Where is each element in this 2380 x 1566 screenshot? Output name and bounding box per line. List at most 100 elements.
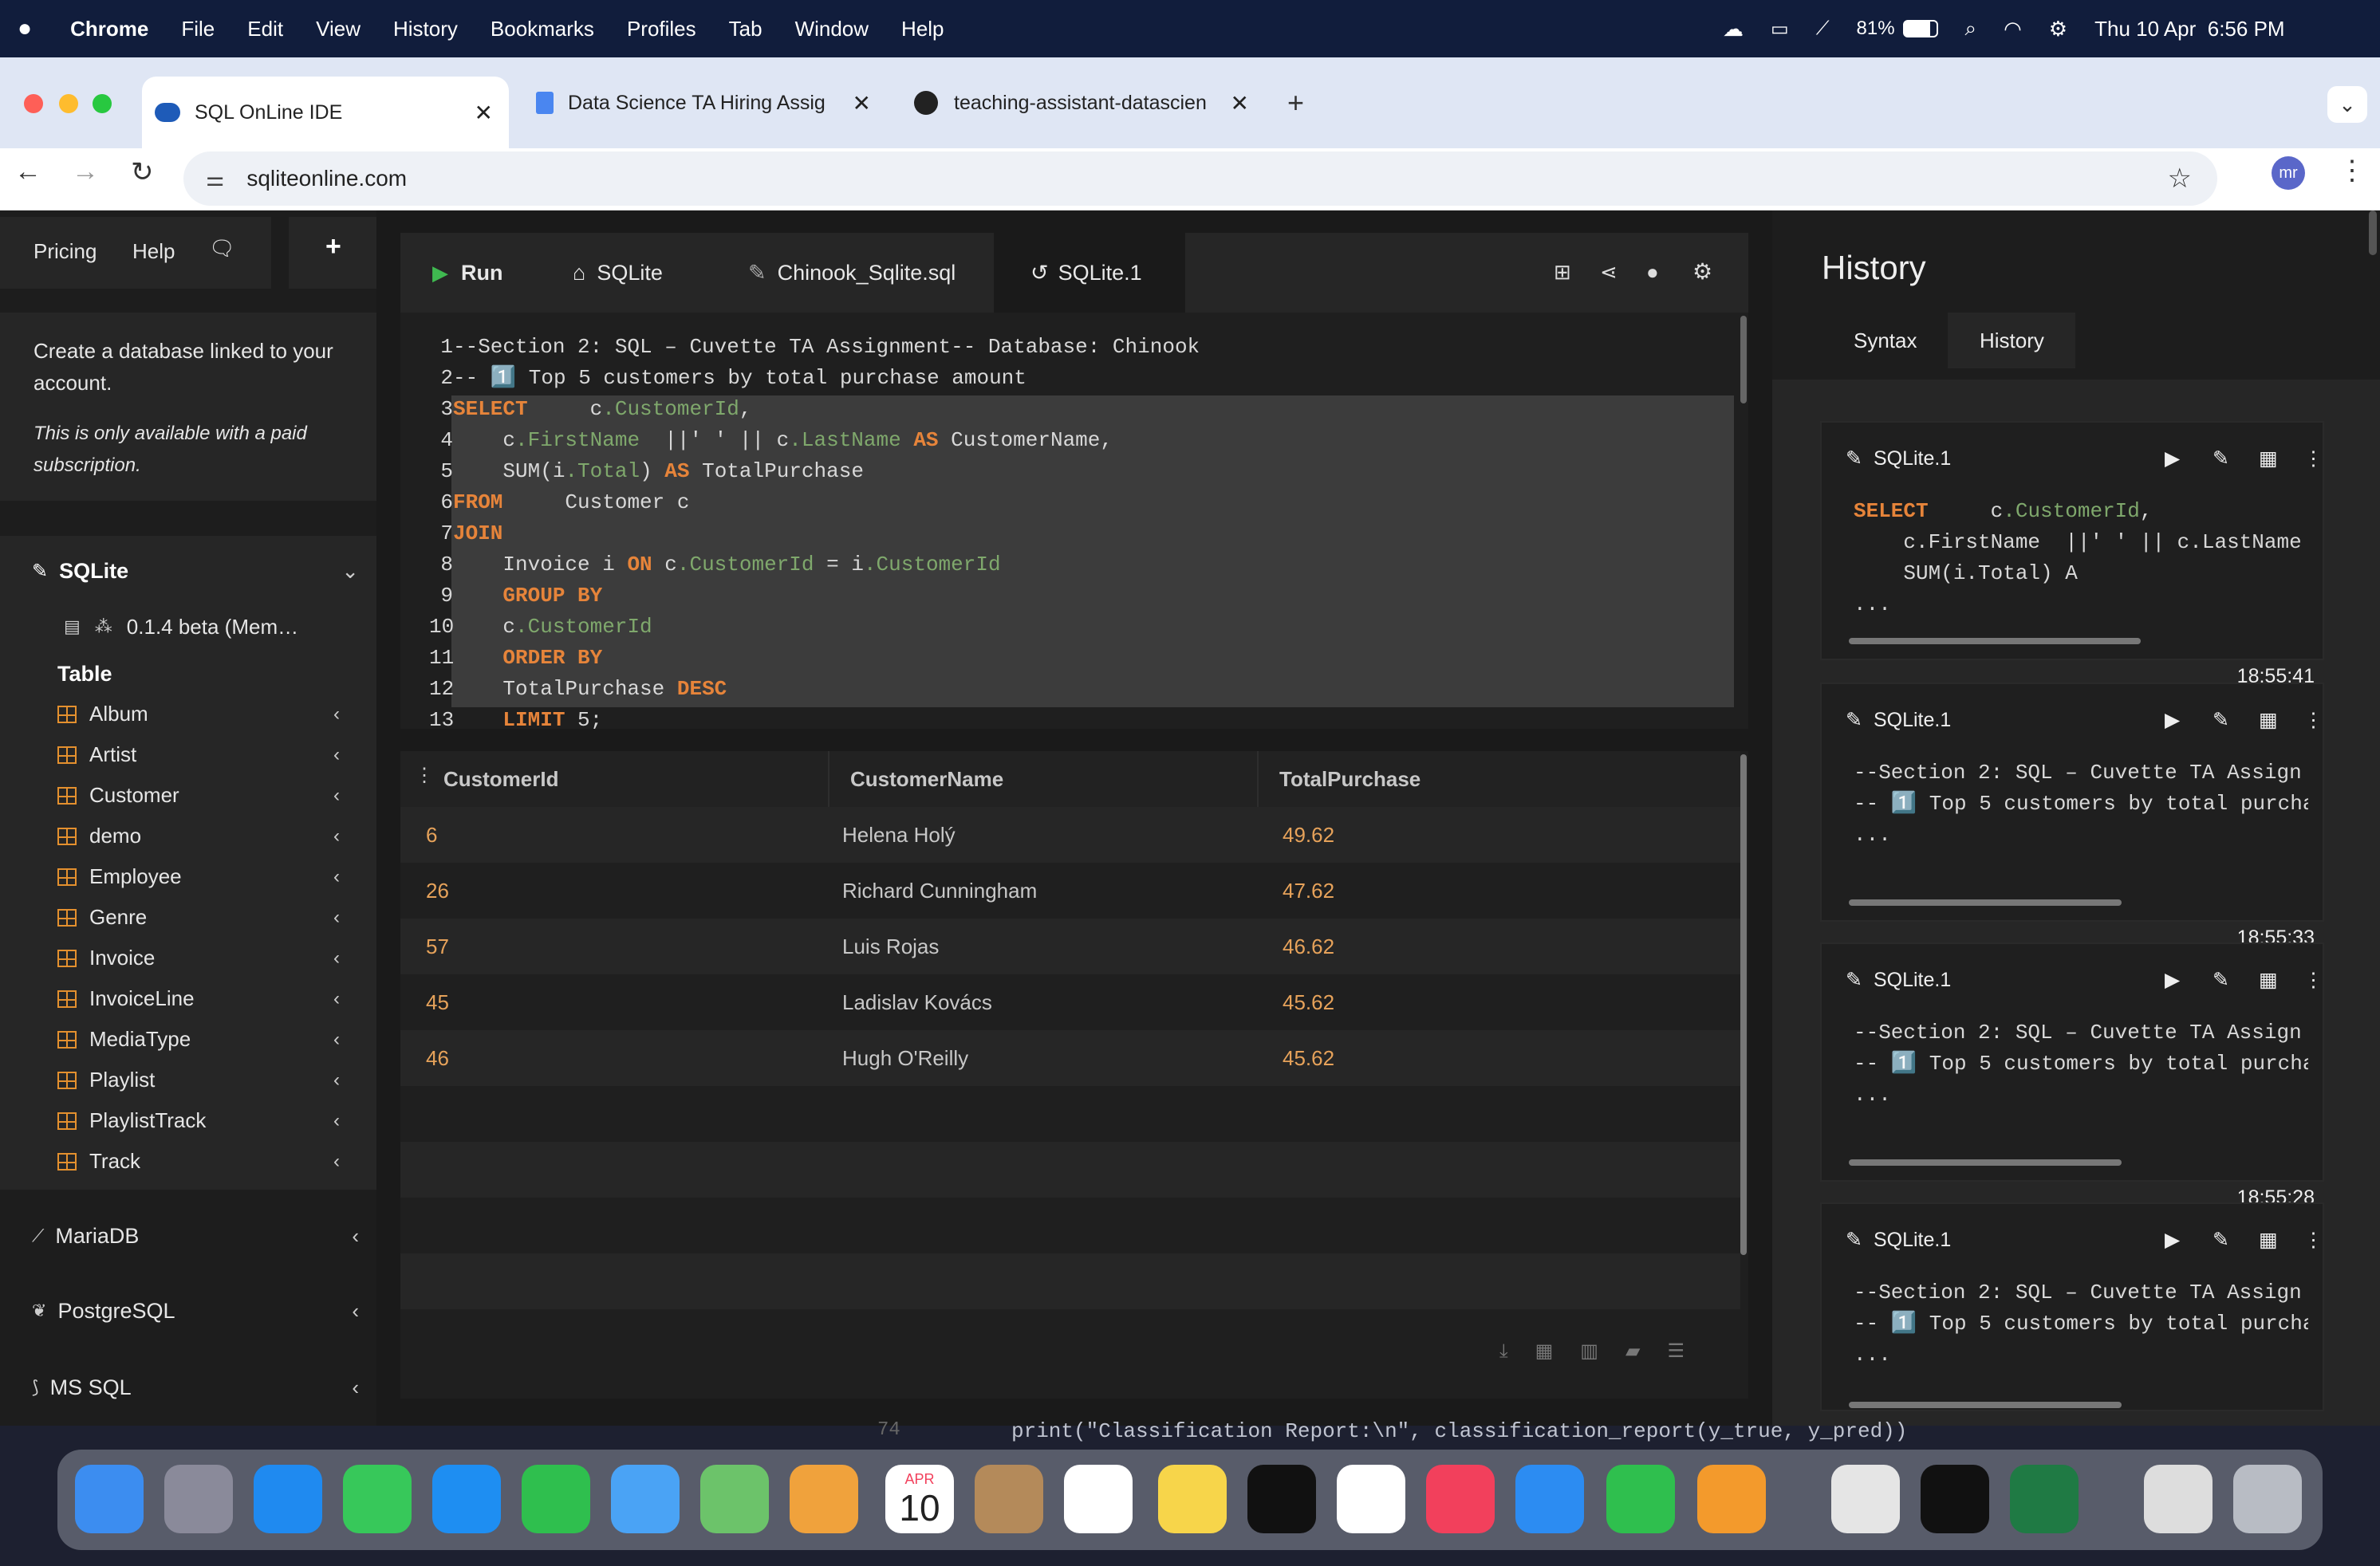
sqlite-header[interactable]: ✎ SQLite ⌄ (32, 555, 359, 587)
notebook-icon[interactable]: ▰ (1625, 1340, 1640, 1363)
table-item-genre[interactable]: Genre ‹ (57, 897, 361, 938)
history-scroll-bar[interactable] (1849, 1402, 2122, 1408)
app-store-icon[interactable] (432, 1465, 501, 1533)
menu-edit[interactable]: Edit (247, 17, 283, 41)
code-line[interactable]: JOIN (453, 518, 1729, 549)
run-button[interactable]: ▶ Run (400, 233, 536, 313)
cell-totalpurchase[interactable]: 45.62 (1283, 1046, 1334, 1071)
add-tab-icon[interactable]: ⊞ (1554, 260, 1571, 285)
play-icon[interactable]: ▶ (2165, 447, 2180, 470)
more-icon[interactable]: ⋮ (2303, 447, 2323, 470)
music-icon[interactable] (1426, 1465, 1495, 1533)
code-content[interactable]: --Section 2: SQL – Cuvette TA Assignment… (453, 332, 1729, 729)
display-icon[interactable]: ▭ (1771, 18, 1789, 41)
cell-customerid[interactable]: 57 (426, 934, 449, 959)
chevron-left-icon[interactable]: ‹ (352, 1299, 359, 1324)
history-entry[interactable]: ✎ SQLite.1 ▶ ✎ ▦ ⋮ --Section 2: SQL – Cuvette … (1820, 942, 2324, 1210)
table-item-mediatype[interactable]: MediaType ‹ (57, 1019, 361, 1060)
table-row[interactable]: 57 Luis Rojas 46.62 (400, 919, 1740, 974)
user-icon[interactable]: ● (1646, 260, 1659, 285)
download-icon[interactable]: ⤓ (1499, 1340, 1508, 1363)
table-item-customer[interactable]: Customer ‹ (57, 775, 361, 816)
edit-icon[interactable]: ✎ (2213, 1228, 2229, 1252)
code-line[interactable]: SUM(i.Total) AS TotalPurchase (453, 456, 1729, 487)
freeform-icon[interactable] (1337, 1465, 1405, 1533)
code-line[interactable]: FROM Customer c (453, 487, 1729, 518)
tab-sqlite-1[interactable]: ↺ SQLite.1 (994, 233, 1185, 313)
grid-icon[interactable]: ▦ (2259, 968, 2278, 992)
menu-bookmarks[interactable]: Bookmarks (491, 17, 594, 41)
play-icon[interactable]: ▶ (2165, 708, 2180, 732)
menu-window[interactable]: Window (795, 17, 869, 41)
window-close-button[interactable] (24, 94, 43, 113)
chevron-left-icon[interactable]: ‹ (333, 1029, 340, 1051)
chat-icon[interactable]: 🗨 (209, 236, 235, 261)
search-icon[interactable]: ⌕ (1965, 16, 1977, 41)
chart-view-icon[interactable]: ▥ (1580, 1340, 1598, 1363)
chevron-left-icon[interactable]: ‹ (333, 1110, 340, 1132)
more-icon[interactable]: ⋮ (2303, 968, 2323, 992)
cell-customerid[interactable]: 46 (426, 1046, 449, 1071)
battery-icon[interactable] (1902, 20, 1938, 37)
finder-icon[interactable] (75, 1465, 144, 1533)
history-scroll-bar[interactable] (1849, 1159, 2122, 1166)
address-bar[interactable]: ⚌ sqliteonline.com ☆ (183, 151, 2217, 206)
code-line[interactable]: TotalPurchase DESC (453, 674, 1729, 705)
facetime-icon[interactable] (522, 1465, 590, 1533)
history-entry[interactable]: ✎ SQLite.1 ▶ ✎ ▦ ⋮ --Section 2: SQL – Cuvette … (1820, 1202, 2324, 1411)
mic-off-icon[interactable]: ⟋ (1816, 18, 1830, 40)
table-item-artist[interactable]: Artist ‹ (57, 734, 361, 775)
table-row[interactable]: 26 Richard Cunningham 47.62 (400, 863, 1740, 919)
menu-view[interactable]: View (316, 17, 361, 41)
menu-profiles[interactable]: Profiles (627, 17, 696, 41)
maps-icon[interactable] (700, 1465, 769, 1533)
cell-totalpurchase[interactable]: 46.62 (1283, 934, 1334, 959)
table-item-demo[interactable]: demo ‹ (57, 816, 361, 856)
code-line[interactable]: c.FirstName ||' ' || c.LastName AS Custo… (453, 425, 1729, 456)
control-center-icon[interactable]: ⚙ (2049, 17, 2067, 41)
grid-icon[interactable]: ▦ (2259, 708, 2278, 732)
chevron-left-icon[interactable]: ‹ (333, 947, 340, 970)
edit-icon[interactable]: ✎ (2213, 447, 2229, 470)
cell-customerid[interactable]: 45 (426, 990, 449, 1015)
grid-icon[interactable]: ▦ (2259, 447, 2278, 470)
list-menu-icon[interactable]: ☰ (1667, 1340, 1685, 1363)
engine-mssql[interactable]: ⟆ MS SQL ‹ (32, 1370, 359, 1405)
wifi-icon[interactable]: ◠ (2004, 17, 2022, 41)
trash-icon[interactable] (2233, 1465, 2302, 1533)
help-link[interactable]: Help (132, 239, 175, 264)
table-row[interactable]: 46 Hugh O'Reilly 45.62 (400, 1030, 1740, 1086)
history-scroll-bar[interactable] (1849, 899, 2122, 906)
menu-help[interactable]: Help (901, 17, 944, 41)
settings-gear-icon[interactable]: ⚙ (1692, 258, 1712, 285)
history-scrollbar[interactable] (2369, 211, 2377, 255)
code-line[interactable]: LIMIT 5; (453, 705, 1729, 729)
chrome-icon[interactable] (1831, 1465, 1900, 1533)
chevron-left-icon[interactable]: ‹ (333, 744, 340, 766)
db-version-row[interactable]: ▤ ⁂ 0.1.4 beta (Mem… (64, 611, 298, 643)
engine-postgresql[interactable]: ❦ PostgreSQL ‹ (32, 1293, 359, 1328)
url-text[interactable]: sqliteonline.com (246, 166, 407, 191)
table-item-invoice[interactable]: Invoice ‹ (57, 938, 361, 978)
browser-menu-icon[interactable]: ⋮ (2339, 155, 2366, 187)
cloud-icon[interactable]: ☁ (1723, 17, 1744, 41)
code-line[interactable]: --Section 2: SQL – Cuvette TA Assignment… (453, 332, 1729, 363)
tab-history[interactable]: History (1980, 329, 2044, 353)
engine-mariadb[interactable]: ⟋ MariaDB ‹ (32, 1218, 359, 1253)
add-icon[interactable]: + (325, 231, 341, 262)
chevron-left-icon[interactable]: ‹ (333, 907, 340, 929)
chevron-left-icon[interactable]: ‹ (333, 785, 340, 807)
tab-syntax[interactable]: Syntax (1854, 329, 1917, 353)
column-header-customerid[interactable]: CustomerId (443, 751, 558, 807)
menu-app-name[interactable]: Chrome (70, 17, 148, 41)
tab-search-chevron-icon[interactable]: ⌄ (2327, 86, 2367, 123)
reminders-icon[interactable] (1064, 1465, 1133, 1533)
forward-arrow-icon[interactable]: → (72, 156, 99, 187)
calendar-icon[interactable]: APR 10 (885, 1465, 954, 1533)
edit-icon[interactable]: ✎ (2213, 708, 2229, 732)
close-tab-icon[interactable]: ✕ (853, 90, 871, 116)
schema-icon[interactable]: ⁂ (95, 616, 112, 637)
new-tab-icon[interactable]: + (1287, 86, 1304, 120)
code-line[interactable]: SELECT c.CustomerId, (453, 394, 1729, 425)
table-row[interactable]: 6 Helena Holý 49.62 (400, 807, 1740, 863)
